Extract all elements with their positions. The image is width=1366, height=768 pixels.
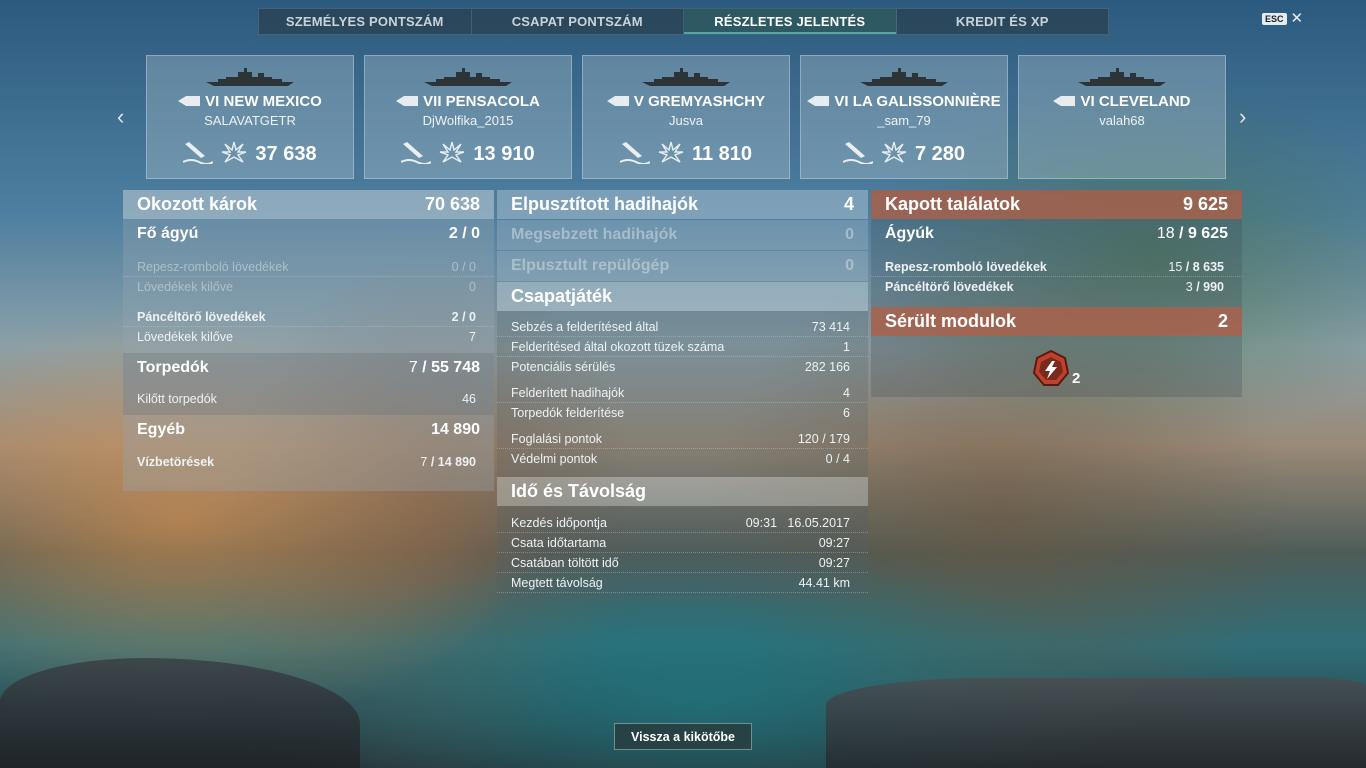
ship-name: VI NEW MEXICO [147,93,353,110]
time-distance-list: Kezdés időpontja 09:31 16.05.2017 Csata i… [497,506,868,599]
ap-received-row: Páncéltörő lövedékek 3 / 990 [885,280,1224,294]
ship-card[interactable]: VII PENSACOLA DjWolfika_2015 13 910 [364,55,572,179]
module-damage-indicator: 2 [1032,349,1080,387]
teamplay-row: Védelmi pontok 0 / 4 [511,452,850,466]
module-damage-count: 2 [1072,370,1081,387]
ship-card[interactable]: VI CLEVELAND valah68 [1018,55,1226,179]
time-row: Megtett távolság 44.41 km [497,573,868,593]
he-shells-row: Repesz-romboló lövedékek 0 / 0 [123,257,494,277]
sunk-ship-icon [619,140,651,169]
ship-silhouette-icon [422,68,514,93]
teamplay-row: Felderített hadihajók 4 [497,383,868,403]
back-to-port-button[interactable]: Vissza a kikötőbe [614,723,752,750]
ship-card[interactable]: VI NEW MEXICO SALAVATGETR 37 638 [146,55,354,179]
tab-team-score[interactable]: CSAPAT PONTSZÁM [472,9,684,34]
ship-card[interactable]: VI LA GALISSONNIÈRE _sam_79 7 280 [800,55,1008,179]
tab-personal-score[interactable]: SZEMÉLYES PONTSZÁM [259,9,472,34]
sunk-ship-icon [400,140,432,169]
ship-silhouette-icon [1076,68,1168,93]
ship-damage-value: 11 810 [691,143,753,165]
damage-burst-icon [439,140,465,169]
torpedoes-fired-row: Kilőtt torpedók 46 [123,383,494,415]
time-row: Kezdés időpontja 09:31 16.05.2017 [497,513,868,533]
teamplay-row: Sebzés a felderítésed által 73 414 [497,317,868,337]
he-fired-row: Lövedékek kilőve 0 [137,280,476,294]
damage-dealt-total: 70 638 [424,194,480,214]
damage-burst-icon [881,140,907,169]
ship-silhouette-icon [204,68,296,93]
torpedoes-row: Torpedók 7 / 55 748 [123,353,494,383]
damaged-modules-header: Sérült modulok 2 [871,307,1242,336]
ship-card[interactable]: V GREMYASHCHY Jusva 11 810 [582,55,790,179]
ship-card-stats: 37 638 [147,140,353,169]
planes-destroyed-row: Elpusztult repülőgép 0 [497,251,868,281]
time-row: Csata időtartama 09:27 [497,533,868,553]
time-distance-header: Idő és Távolság [497,477,868,506]
cruiser-icon [807,96,830,109]
destroyed-ships-row: Elpusztított hadihajók 4 [497,190,868,219]
teamplay-header: Csapatjáték [497,282,868,311]
ship-silhouette-icon [858,68,950,93]
hits-received-header: Kapott találatok 9 625 [871,190,1242,219]
teamplay-row: Foglalási pontok 120 / 179 [497,429,868,449]
damage-burst-icon [658,140,684,169]
tab-bar: SZEMÉLYES PONTSZÁM CSAPAT PONTSZÁM RÉSZL… [258,8,1109,35]
damage-dealt-panel: Okozott károk 70 638 Fő ágyú 2 / 0 Repes… [123,190,494,491]
esc-key-badge: ESC [1262,13,1287,25]
guns-received-row: Ágyúk 18 / 9 625 [885,225,1228,242]
background-rocks-right [826,678,1366,768]
ship-damage-value: 13 910 [473,143,535,165]
player-name: Jusva [669,113,703,128]
he-received-row: Repesz-romboló lövedékek 15 / 8 635 [871,257,1242,277]
teamplay-list: Sebzés a felderítésed által 73 414 Felder… [497,311,868,477]
player-name: SALAVATGETR [204,113,296,128]
ship-name: VI CLEVELAND [1019,93,1225,110]
other-row: Egyéb 14 890 [137,421,480,438]
main-battery-row: Fő ágyú 2 / 0 [123,219,494,249]
ship-card-stats: 7 280 [801,140,1007,169]
main-battery-value: 2 / 0 [448,225,480,242]
prev-arrow-icon[interactable]: ‹ [117,104,124,130]
next-arrow-icon[interactable]: › [1239,104,1246,130]
damage-burst-icon [221,140,247,169]
cruiser-icon [396,96,419,109]
sunk-ship-icon [182,140,214,169]
ship-card-stats: 13 910 [365,140,571,169]
close-control[interactable]: ESC ✕ [1262,11,1304,26]
destroyer-icon [606,96,629,109]
ship-damage-value: 7 280 [914,143,966,165]
damaged-ships-row: Megsebzett hadihajók 0 [497,220,868,250]
time-row: Csatában töltött idő 09:27 [497,553,868,573]
player-name: DjWolfika_2015 [422,113,514,128]
teamplay-row: Potenciális sérülés 282 166 [511,360,850,374]
tab-detailed-report[interactable]: RÉSZLETES JELENTÉS [684,9,897,34]
ap-shells-row: Páncéltörő lövedékek 2 / 0 [123,307,494,327]
player-name: _sam_79 [877,113,931,128]
cruiser-icon [1053,96,1076,109]
close-icon[interactable]: ✕ [1291,11,1304,26]
tab-credits-xp[interactable]: KREDIT ÉS XP [897,9,1109,34]
main-battery-label: Fő ágyú [137,225,199,242]
teamplay-row: Torpedók felderítése 6 [511,406,850,420]
background-rocks-left [0,658,360,768]
sunk-ship-icon [842,140,874,169]
teamplay-row: Felderítésed által okozott tüzek száma 1 [497,337,868,357]
ship-silhouette-icon [640,68,732,93]
damage-dealt-title: Okozott károk [137,194,258,214]
ship-name: V GREMYASHCHY [583,93,789,110]
ship-name: VI LA GALISSONNIÈRE [801,93,1007,110]
battleship-icon [178,96,201,109]
player-name: valah68 [1099,113,1145,128]
damage-dealt-header: Okozott károk 70 638 [123,190,494,219]
ship-card-stats: 11 810 [583,140,789,169]
engine-module-icon [1032,349,1070,386]
results-panel: Elpusztított hadihajók 4 Megsebzett hadih… [497,190,868,599]
flooding-row: Vízbetörések 7 / 14 890 [137,455,476,469]
ap-fired-row: Lövedékek kilőve 7 [137,330,476,344]
ship-damage-value: 37 638 [255,143,317,165]
ship-name: VII PENSACOLA [365,93,571,110]
ship-cards: VI NEW MEXICO SALAVATGETR 37 638 VII PEN… [146,55,1226,179]
